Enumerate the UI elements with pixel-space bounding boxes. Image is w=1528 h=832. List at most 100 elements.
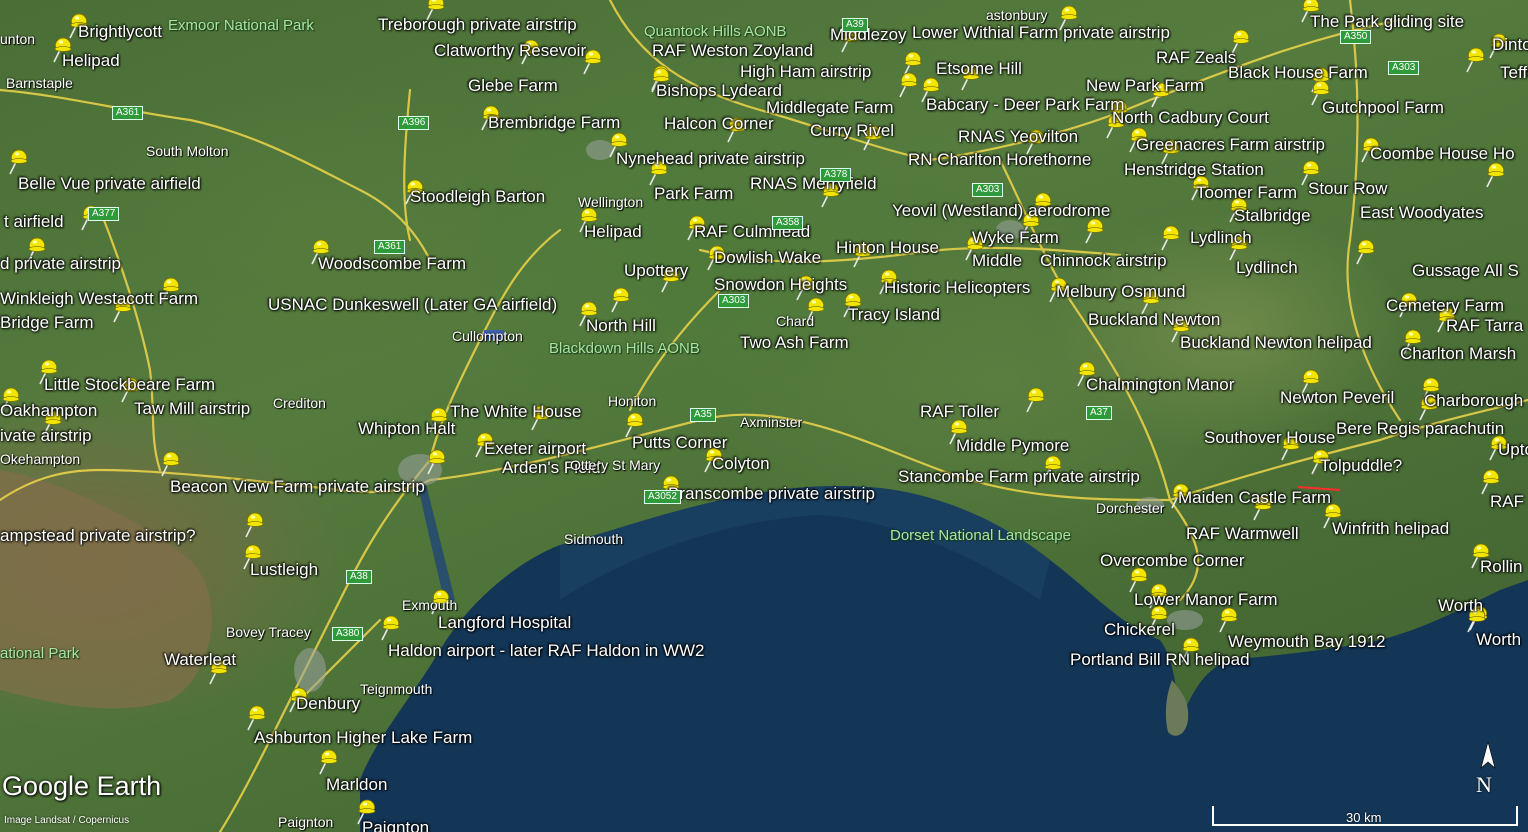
placemark-label[interactable]: Coombe House Ho — [1370, 144, 1515, 163]
placemark-label[interactable]: Haldon airport - later RAF Haldon in WW2 — [388, 641, 705, 660]
placemark-label[interactable]: Worth — [1438, 596, 1483, 615]
placemark-label[interactable]: Belle Vue private airfield — [18, 174, 201, 193]
placemark-label[interactable]: Tolpuddle? — [1320, 456, 1402, 475]
placemark-label[interactable]: ampstead private airstrip? — [0, 526, 196, 545]
placemark-label[interactable]: Lydlinch — [1236, 258, 1298, 277]
placemark-label[interactable]: High Ham airstrip — [740, 62, 871, 81]
placemark-label[interactable]: RAF — [1490, 492, 1524, 511]
placemark-label[interactable]: Park Farm — [654, 184, 733, 203]
placemark-label[interactable]: ivate airstrip — [0, 426, 92, 445]
pushpin-icon[interactable] — [156, 448, 182, 478]
placemark-label[interactable]: RAF Weston Zoyland — [652, 41, 813, 60]
placemark-label[interactable]: Gutchpool Farm — [1322, 98, 1444, 117]
placemark-label[interactable]: Cemetery Farm — [1386, 296, 1504, 315]
placemark-label[interactable]: Exeter airport — [484, 439, 586, 458]
placemark-label[interactable]: Winkleigh Westacott Farm — [0, 289, 198, 308]
placemark-label[interactable]: Putts Corner — [632, 433, 727, 452]
placemark-label[interactable]: Stancombe Farm private airstrip — [898, 467, 1140, 486]
placemark-label[interactable]: Winfrith helipad — [1332, 519, 1449, 538]
placemark-label[interactable]: Helipad — [584, 222, 642, 241]
placemark-label[interactable]: Clatworthy Resevoir — [434, 41, 586, 60]
placemark-label[interactable]: Historic Helicopters — [884, 278, 1030, 297]
placemark-label[interactable]: North Cadbury Court — [1112, 108, 1269, 127]
placemark-label[interactable]: Newton Peveril — [1280, 388, 1394, 407]
placemark-label[interactable]: Toomer Farm — [1196, 183, 1297, 202]
placemark-label[interactable]: Beacon View Farm private airstrip — [170, 477, 425, 496]
placemark-label[interactable]: Middle Pymore — [956, 436, 1069, 455]
placemark-label[interactable]: Whipton Halt — [358, 419, 455, 438]
pushpin-icon[interactable] — [1351, 236, 1377, 266]
placemark-label[interactable]: Yeovil (Westland) aerodrome — [892, 201, 1110, 220]
placemark-label[interactable]: RAF Warmwell — [1186, 524, 1299, 543]
placemark-label[interactable]: Melbury Osmund — [1056, 282, 1185, 301]
placemark-label[interactable]: RNAS Merryfield — [750, 174, 877, 193]
placemark-label[interactable]: Lower Withial Farm private airstrip — [912, 23, 1170, 42]
placemark-label[interactable]: RN Charlton Horethorne — [908, 150, 1091, 169]
placemark-label[interactable]: Babcary - Deer Park Farm — [926, 95, 1124, 114]
placemark-label[interactable]: Charlton Marsh — [1400, 344, 1516, 363]
placemark-label[interactable]: Waterleat — [164, 650, 236, 669]
placemark-label[interactable]: New Park Farm — [1086, 76, 1204, 95]
placemark-label[interactable]: Overcombe Corner — [1100, 551, 1245, 570]
map-view[interactable]: Brightlycott Helipad Treborough private ai… — [0, 0, 1528, 832]
placemark-label[interactable]: Greenacres Farm airstrip — [1136, 135, 1325, 154]
pushpin-icon[interactable] — [606, 284, 632, 314]
placemark-label[interactable]: Middlegate Farm — [766, 98, 894, 117]
placemark-label[interactable]: The White House — [450, 402, 581, 421]
placemark-label[interactable]: Colyton — [712, 454, 770, 473]
pushpin-icon[interactable] — [1481, 159, 1507, 189]
placemark-label[interactable]: Bishops Lydeard — [656, 81, 782, 100]
placemark-label[interactable]: Maiden Castle Farm — [1178, 488, 1331, 507]
placemark-label[interactable]: Denbury — [296, 694, 360, 713]
placemark-label[interactable]: Southover House — [1204, 428, 1335, 447]
placemark-label[interactable]: North Hill — [586, 316, 656, 335]
placemark-label[interactable]: Etsome Hill — [936, 59, 1022, 78]
pushpin-icon[interactable] — [376, 612, 402, 642]
placemark-label[interactable]: The Park gliding site — [1310, 12, 1464, 31]
pushpin-icon[interactable] — [1461, 44, 1487, 74]
placemark-label[interactable]: Ashburton Higher Lake Farm — [254, 728, 472, 747]
placemark-label[interactable]: Hinton House — [836, 238, 939, 257]
placemark-label[interactable]: Dinton — [1492, 35, 1528, 54]
placemark-label[interactable]: Stour Row — [1308, 179, 1387, 198]
placemark-label[interactable]: Helipad — [62, 51, 120, 70]
placemark-label[interactable]: Upto — [1498, 440, 1528, 459]
placemark-label[interactable]: Little Stockbeare Farm — [44, 375, 215, 394]
placemark-label[interactable]: Buckland Newton — [1088, 310, 1220, 329]
placemark-label[interactable]: Teffont — [1500, 63, 1528, 82]
placemark-label[interactable]: Brembridge Farm — [488, 113, 620, 132]
placemark-label[interactable]: Paignton — [362, 818, 429, 832]
placemark-label[interactable]: Henstridge Station — [1124, 160, 1264, 179]
placemark-label[interactable]: Treborough private airstrip — [378, 15, 577, 34]
placemark-label[interactable]: Lower Manor Farm — [1134, 590, 1278, 609]
placemark-label[interactable]: Upottery — [624, 261, 688, 280]
placemark-label[interactable]: Woodscombe Farm — [318, 254, 466, 273]
placemark-label[interactable]: Stalbridge — [1234, 206, 1311, 225]
placemark-label[interactable]: Bridge Farm — [0, 313, 94, 332]
placemark-label[interactable]: Chickerel — [1104, 620, 1175, 639]
pushpin-icon[interactable] — [240, 509, 266, 539]
placemark-label[interactable]: t airfield — [4, 212, 64, 231]
placemark-label[interactable]: Gussage All S — [1412, 261, 1519, 280]
placemark-label[interactable]: Chinnock airstrip — [1040, 251, 1167, 270]
placemark-label[interactable]: Charborough — [1424, 391, 1523, 410]
placemark-label[interactable]: East Woodyates — [1360, 203, 1483, 222]
placemark-label[interactable]: Rollin — [1480, 557, 1523, 576]
placemark-label[interactable]: Weymouth Bay 1912 — [1228, 632, 1386, 651]
pushpin-icon[interactable] — [1021, 384, 1047, 414]
placemark-label[interactable]: Dowlish Wake — [714, 248, 821, 267]
placemark-label[interactable]: Stoodleigh Barton — [410, 187, 545, 206]
placemark-label[interactable]: Two Ash Farm — [740, 333, 849, 352]
pushpin-icon[interactable] — [4, 146, 30, 176]
placemark-label[interactable]: Taw Mill airstrip — [134, 399, 250, 418]
placemark-label[interactable]: d private airstrip — [0, 254, 121, 273]
placemark-label[interactable]: Tracy Island — [848, 305, 940, 324]
placemark-label[interactable]: Brightlycott — [78, 22, 162, 41]
placemark-label[interactable]: Halcon Corner — [664, 114, 774, 133]
placemark-label[interactable]: RAF Tarra — [1446, 316, 1523, 335]
placemark-label[interactable]: Chalmington Manor — [1086, 375, 1234, 394]
placemark-label[interactable]: Wyke Farm — [972, 228, 1059, 247]
placemark-label[interactable]: Langford Hospital — [438, 613, 571, 632]
placemark-label[interactable]: Lustleigh — [250, 560, 318, 579]
placemark-label[interactable]: Black House Farm — [1228, 63, 1368, 82]
